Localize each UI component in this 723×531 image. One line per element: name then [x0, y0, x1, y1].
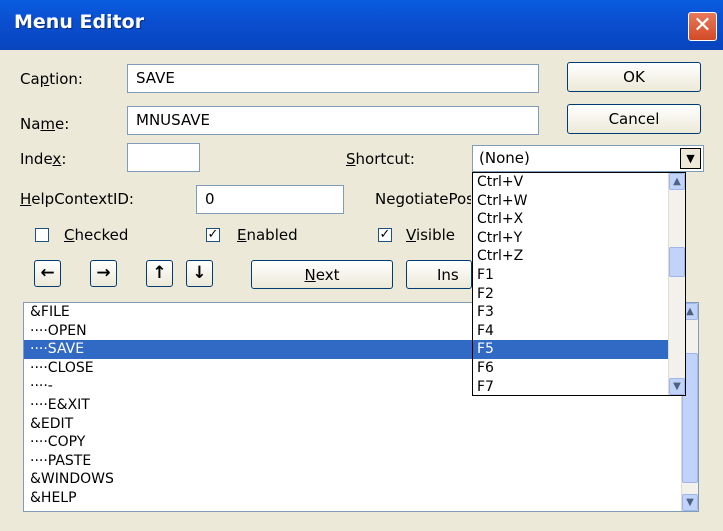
checked-label: Checked [64, 226, 129, 244]
dropdown-option[interactable]: F1 [473, 266, 668, 285]
list-item[interactable]: &EDIT [24, 415, 681, 434]
helpcontext-label: HelpContextID: [20, 190, 134, 208]
shortcut-dropdown-list[interactable]: Ctrl+V Ctrl+W Ctrl+X Ctrl+Y Ctrl+Z F1 F2 F3 F4 F5… [472, 172, 686, 396]
dropdown-scroll-up-icon[interactable]: ▲ [669, 173, 685, 190]
dropdown-option[interactable]: F2 [473, 285, 668, 304]
ok-button[interactable]: OK [567, 62, 701, 92]
arrow-down-icon: ↓ [192, 263, 207, 283]
move-down-button[interactable]: ↓ [186, 260, 213, 287]
dropdown-option[interactable]: F4 [473, 322, 668, 341]
title-bar: Menu Editor ✕ [0, 0, 723, 50]
close-icon: ✕ [693, 13, 712, 38]
arrow-left-icon: ← [40, 263, 55, 283]
insert-button[interactable]: Ins [406, 260, 472, 289]
index-label: Index: [20, 150, 67, 168]
name-value: MNUSAVE [136, 111, 210, 129]
list-item[interactable]: ····COPY [24, 433, 681, 452]
checked-checkbox[interactable] [35, 228, 49, 242]
move-left-button[interactable]: ← [34, 260, 61, 287]
name-input[interactable]: MNUSAVE [127, 106, 539, 135]
dropdown-option[interactable]: F7 [473, 378, 668, 395]
caption-label: Caption: [20, 70, 83, 88]
list-item[interactable]: &WINDOWS [24, 470, 681, 489]
caption-value: SAVE [136, 69, 175, 87]
dropdown-option[interactable]: F6 [473, 359, 668, 378]
dropdown-option[interactable]: Ctrl+V [473, 173, 668, 192]
dropdown-option[interactable]: Ctrl+W [473, 192, 668, 211]
dropdown-scroll-down-icon[interactable]: ▼ [669, 378, 685, 395]
dropdown-option[interactable]: F5 [473, 340, 668, 359]
caption-input[interactable]: SAVE [127, 64, 539, 93]
visible-checkbox[interactable]: ✓ [378, 228, 392, 242]
cancel-button[interactable]: Cancel [567, 104, 701, 134]
close-button[interactable]: ✕ [688, 12, 717, 41]
dropdown-scrollbar[interactable]: ▲ ▼ [668, 173, 685, 395]
helpcontext-input[interactable]: 0 [196, 185, 344, 214]
name-label: Name: [20, 115, 70, 133]
list-item[interactable]: ····E&XIT [24, 396, 681, 415]
visible-label: Visible [406, 226, 456, 244]
dropdown-option[interactable]: Ctrl+Z [473, 247, 668, 266]
dropdown-option[interactable]: Ctrl+Y [473, 229, 668, 248]
list-item[interactable]: ····PASTE [24, 452, 681, 471]
shortcut-label: Shortcut: [346, 150, 415, 168]
dropdown-scroll-thumb[interactable] [669, 247, 685, 277]
arrow-up-icon: ↑ [152, 263, 167, 283]
move-right-button[interactable]: → [90, 260, 117, 287]
enabled-label: Enabled [237, 226, 298, 244]
helpcontext-value: 0 [205, 190, 215, 208]
index-input[interactable] [127, 143, 200, 172]
move-up-button[interactable]: ↑ [146, 260, 173, 287]
shortcut-select[interactable]: (None) ▼ [472, 145, 704, 172]
shortcut-value: (None) [479, 149, 530, 167]
arrow-right-icon: → [96, 263, 111, 283]
list-item[interactable]: &HELP [24, 489, 681, 508]
chevron-down-icon[interactable]: ▼ [680, 148, 701, 169]
scroll-down-icon[interactable]: ▼ [682, 494, 698, 511]
enabled-checkbox[interactable]: ✓ [206, 228, 220, 242]
next-button[interactable]: Next [251, 260, 393, 289]
dropdown-option[interactable]: Ctrl+X [473, 210, 668, 229]
negotiate-label: NegotiatePosition: [375, 190, 471, 208]
window-title: Menu Editor [14, 11, 145, 33]
dropdown-option[interactable]: F3 [473, 303, 668, 322]
shortcut-options: Ctrl+V Ctrl+W Ctrl+X Ctrl+Y Ctrl+Z F1 F2 F3 F4 F5… [473, 173, 685, 395]
